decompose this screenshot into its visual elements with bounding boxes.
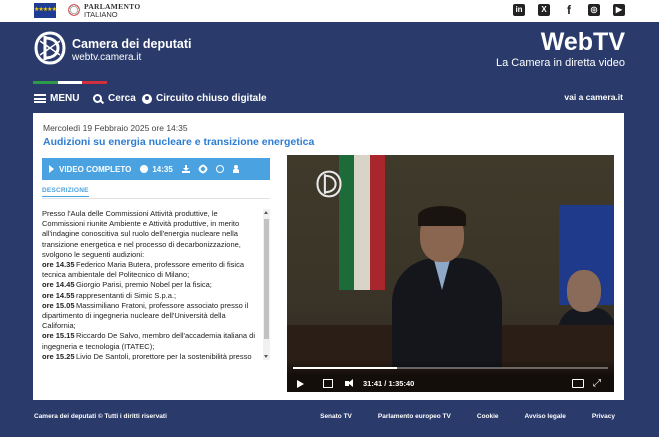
social-links: in X f ◎ ▶ [513,4,625,16]
top-strip: ★★★★★ PARLAMENTO ITALIANO in X f ◎ ▶ [0,0,659,22]
webtv-brand: WebTV [540,28,625,56]
duration-label: 14:35 [152,164,173,174]
circuit-label: Circuito chiuso digitale [156,93,267,104]
menu-label: MENU [50,93,80,104]
scroll-up-arrow-icon[interactable] [264,211,268,214]
footer-link-cookie[interactable]: Cookie [477,413,499,420]
youtube-icon[interactable]: ▶ [613,4,625,16]
link-icon[interactable] [197,163,209,175]
italian-flag [339,155,385,290]
parlamento-emblem-icon[interactable] [67,2,81,18]
schedule-item: ore 15.25Livio De Santoli, prorettore pe… [42,351,252,360]
scroll-thumb[interactable] [264,219,269,339]
description-scrollbar[interactable] [263,209,270,360]
schedule-item: ore 14.35Federico Maria Butera, professo… [42,260,244,280]
time-separator: / [384,379,387,388]
camera-watermark-icon [316,170,342,198]
twitter-icon[interactable]: X [538,4,550,16]
description-text: Presso l'Aula delle Commissioni Attività… [42,209,257,360]
schedule-item: ore 15.15Riccardo De Salvo, membro dell'… [42,331,256,351]
event-date: Mercoledì 19 Febbraio 2025 ore 14:35 [43,123,188,133]
download-icon[interactable] [181,165,190,173]
duration-badge: 14:35 [140,164,173,174]
instagram-icon[interactable]: ◎ [588,4,600,16]
schedule-item: ore 14.55rappresentanti di Simic S.p.a.; [42,290,177,300]
clock-icon [140,165,149,173]
menu-button[interactable]: MENU [34,93,79,104]
site-title[interactable]: Camera dei deputati [72,37,191,51]
go-camera-link[interactable]: vai a camera.it [564,92,623,102]
time-display: 31:41 / 1:35:40 [363,379,414,388]
tricolor-bar [33,81,108,84]
description-intro: Presso l'Aula delle Commissioni Attività… [42,209,241,259]
progress-bar[interactable] [293,367,608,369]
schedule-item: ore 15.05Massimiliano Fratoni, professor… [42,300,249,331]
search-button[interactable]: Cerca [93,93,136,104]
linkedin-icon[interactable]: in [513,4,525,16]
hamburger-icon [34,94,46,103]
schedule-item: ore 14.45Giorgio Parisi, premio Nobel pe… [42,280,212,290]
site-url[interactable]: webtv.camera.it [72,52,141,63]
video-toolbar: VIDEO COMPLETO 14:35 [42,158,270,180]
progress-fill [293,367,397,369]
search-label: Cerca [108,93,136,104]
embed-icon[interactable] [215,165,224,173]
volume-icon[interactable] [345,379,356,388]
site-header: Camera dei deputati webtv.camera.it WebT… [0,22,659,90]
user-circle-icon [142,93,152,104]
video-complete-button[interactable]: VIDEO COMPLETO [59,165,131,174]
chapters-icon[interactable] [323,379,333,388]
current-time: 31:41 [363,379,383,388]
cast-icon[interactable] [572,379,584,388]
parlamento-logo[interactable]: PARLAMENTO ITALIANO [84,3,140,19]
parlamento-line2: ITALIANO [84,10,118,19]
facebook-icon[interactable]: f [563,4,575,16]
search-icon [93,94,102,103]
footer-link-privacy[interactable]: Privacy [592,413,615,420]
play-icon[interactable] [49,165,54,173]
video-player[interactable]: 31:41 / 1:35:40 ⤢ [287,155,614,392]
fullscreen-icon[interactable]: ⤢ [593,378,601,389]
main-nav: MENU Cerca Circuito chiuso digitale vai … [0,90,659,110]
speaker-icon[interactable] [232,165,241,173]
circuit-link[interactable]: Circuito chiuso digitale [142,93,267,104]
tab-description[interactable]: DESCRIZIONE [42,187,89,197]
speaker-figure [392,206,502,368]
description-box: Presso l'Aula delle Commissioni Attività… [42,209,270,360]
copyright: Camera dei deputati © Tutti i diritti ri… [34,413,167,420]
webtv-tagline: La Camera in diretta video [495,57,625,69]
site-footer: Camera dei deputati © Tutti i diritti ri… [0,410,659,426]
play-button-icon[interactable] [297,380,304,388]
scroll-down-arrow-icon[interactable] [264,355,268,358]
total-time: 1:35:40 [388,379,415,388]
footer-links: Senato TV Parlamento europeo TV Cookie A… [320,413,615,420]
footer-link-parlamento-europeo[interactable]: Parlamento europeo TV [378,413,451,420]
main-panel: Mercoledì 19 Febbraio 2025 ore 14:35 Aud… [33,113,624,400]
event-title[interactable]: Audizioni su energia nucleare e transizi… [43,136,314,148]
footer-link-avviso-legale[interactable]: Avviso legale [525,413,566,420]
camera-logo-icon[interactable] [33,30,67,66]
player-controls: 31:41 / 1:35:40 ⤢ [287,360,614,392]
tab-divider [42,198,270,199]
footer-link-senato[interactable]: Senato TV [320,413,352,420]
eu-flag-icon[interactable]: ★★★★★ [34,3,57,18]
